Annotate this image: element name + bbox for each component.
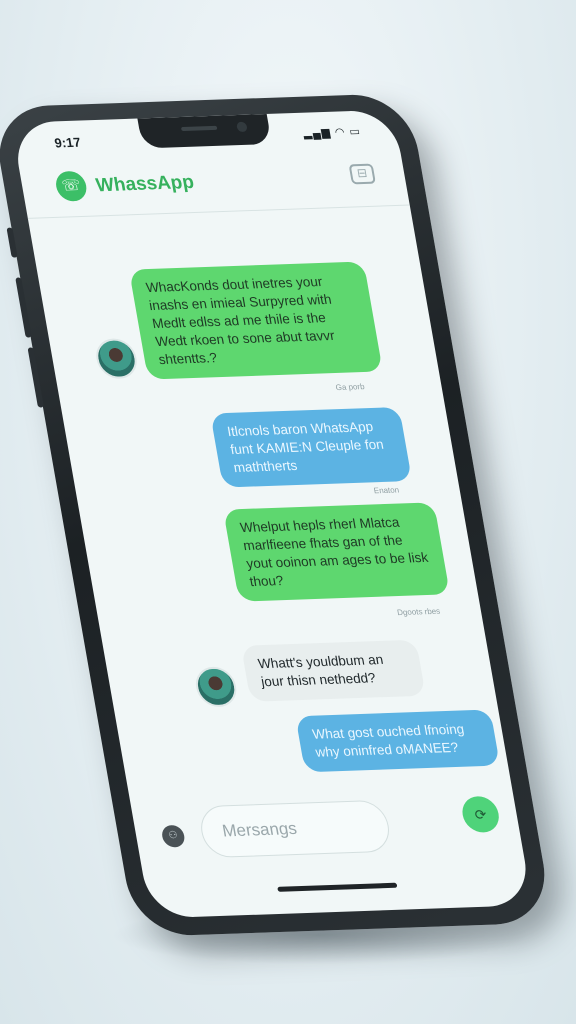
message-time: Ga porb [334,382,366,393]
message-bubble[interactable]: Whatt's youldbum an jour thisn nethedd? [240,639,426,702]
contact-avatar[interactable] [93,337,140,380]
message-time: Dgoots rbes [396,606,441,618]
send-button[interactable]: ⟳ [459,795,502,833]
chat-header: ☏ WhassApp ⊟ [18,153,410,219]
message-time: Enaton [373,485,400,496]
mute-switch [6,227,18,258]
phone-screen: 9:17 ▂▄▆ ◠ ▭ ☏ WhassApp ⊟ WhacKonds dout… [11,109,533,919]
volume-up-button [15,277,32,338]
speaker-grille [180,125,218,132]
whatsapp-logo-icon: ☏ [53,170,89,202]
app-title: WhassApp [94,171,196,197]
signal-wifi-battery-icon: ▂▄▆ ◠ ▭ [302,125,362,140]
message-input[interactable]: Mersangs [197,799,394,859]
briefcase-icon[interactable]: ⊟ [348,163,376,185]
front-camera [236,121,248,133]
message-bubble[interactable]: WhacKonds dout inetres your inashs en im… [128,261,383,380]
message-composer: ⚇ Mersangs ⟳ [130,785,533,918]
message-bubble[interactable]: What gost ouched lfnoing why oninfred oM… [295,709,501,773]
phone-frame: 9:17 ▂▄▆ ◠ ▭ ☏ WhassApp ⊟ WhacKonds dout… [0,92,554,938]
status-time: 9:17 [53,134,82,151]
volume-down-button [27,347,44,408]
contact-avatar[interactable] [192,666,240,708]
attach-icon[interactable]: ⚇ [160,824,187,848]
notch [137,113,272,149]
message-bubble[interactable]: Whelput hepls rherl Mlatca marlfieene fh… [223,502,451,602]
message-bubble[interactable]: Itlcnols baron WhatsApp funt KAMIE:N Cle… [210,406,413,488]
